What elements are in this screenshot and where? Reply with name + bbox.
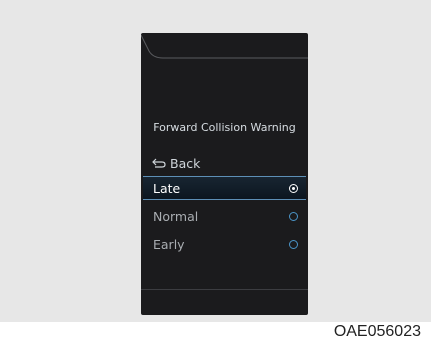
display-top-decoration <box>141 34 308 59</box>
option-label: Early <box>153 236 185 252</box>
back-button[interactable]: Back <box>151 153 200 173</box>
option-label: Late <box>153 180 181 196</box>
radio-selected-icon <box>289 183 298 193</box>
option-normal[interactable]: Normal <box>143 204 306 228</box>
radio-unselected-icon <box>289 239 298 249</box>
back-label: Back <box>170 155 201 171</box>
menu-title: Forward Collision Warning <box>153 121 296 134</box>
option-early[interactable]: Early <box>143 232 306 256</box>
radio-unselected-icon <box>289 211 298 221</box>
back-arrow-icon <box>152 158 166 168</box>
option-label: Normal <box>153 208 199 224</box>
figure-code: OAE056023 <box>333 323 421 340</box>
cluster-display: Forward Collision Warning Back Late Norm… <box>141 33 308 315</box>
display-bottom-divider <box>141 289 308 290</box>
option-late[interactable]: Late <box>143 176 306 200</box>
